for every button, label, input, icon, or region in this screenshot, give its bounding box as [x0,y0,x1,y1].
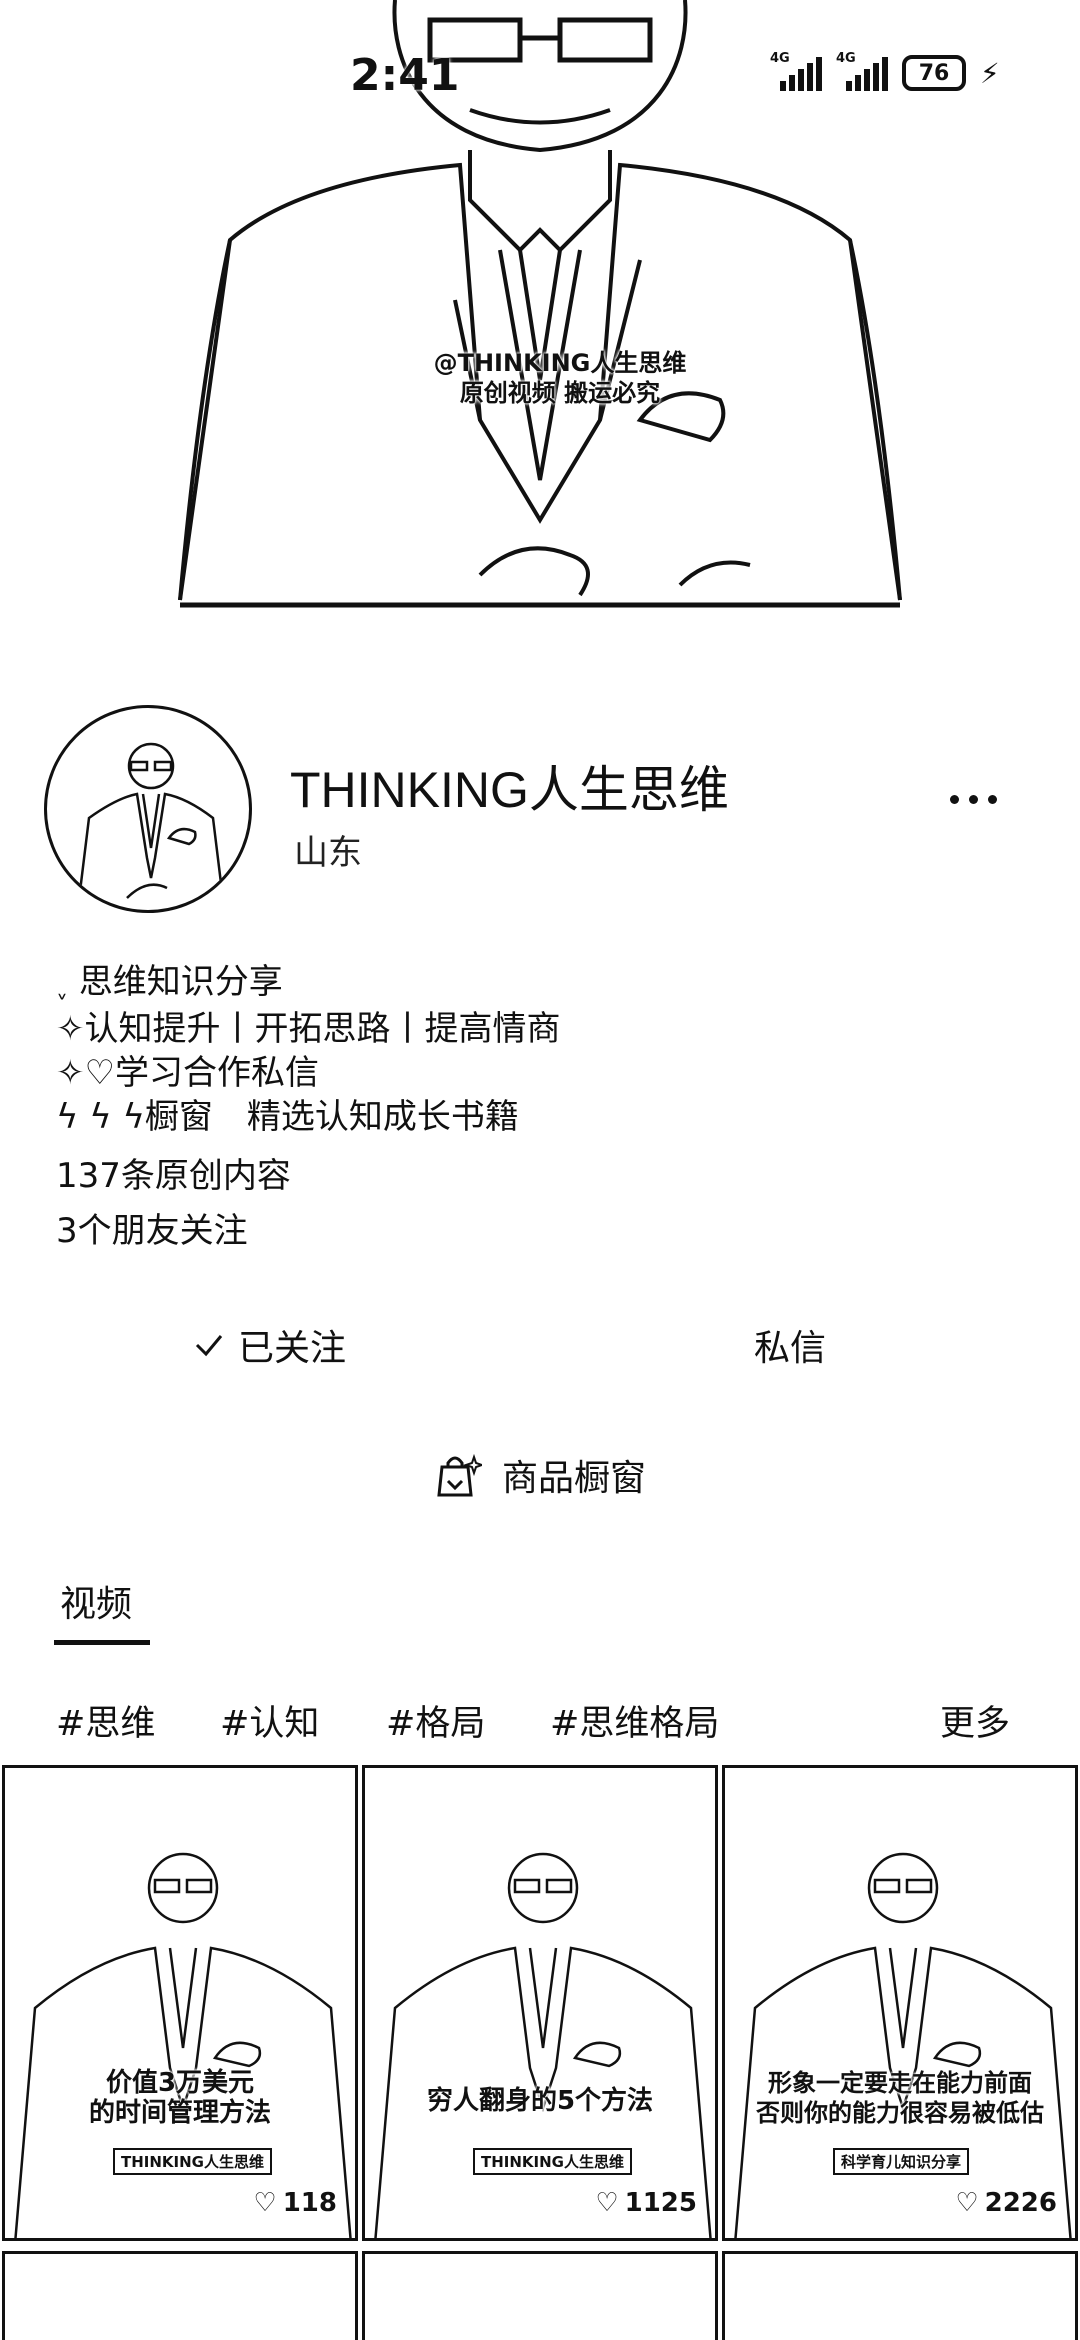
status-time: 2:41 [350,50,460,101]
hashtag-chip[interactable]: #格局 [386,1695,485,1746]
more-options-icon[interactable] [950,795,997,804]
video-thumbnail[interactable]: 价值3万美元 的时间管理方法 THINKING人生思维 ♡ 118 [2,1765,358,2241]
charging-icon: ⚡ [980,56,1000,90]
heart-icon: ♡ [84,1053,115,1093]
signal-icon: 4G [770,51,822,91]
message-button[interactable]: 私信 [540,1310,1040,1380]
video-brand-tag: THINKING人生思维 [113,2148,272,2175]
like-count: ♡ 1125 [591,2188,701,2218]
shopping-bag-icon [437,1453,482,1497]
video-thumbnail[interactable]: 形象一定要走在能力前面 否则你的能力很容易被低估 科学育儿知识分享 ♡ 2226 [722,1765,1078,2241]
profile-cover[interactable]: 2:41 4G 4G 76 ⚡ @THINKING人生思维 原创视频 搬运必究 [0,0,1080,610]
status-icons: 4G 4G 76 ⚡ [770,51,1000,91]
heart-icon: ♡ [595,2188,619,2218]
profile-location: 山东 [294,833,362,873]
hashtag-chip[interactable]: #思维 [56,1695,155,1746]
friends-follow-count[interactable]: 3个朋友关注 [56,1203,248,1252]
finger-down-icon: ϟ ϟ ϟ [56,1097,145,1137]
video-caption: 形象一定要走在能力前面 否则你的能力很容易被低估 [756,2069,1044,2127]
heart-icon: ♡ [955,2188,979,2218]
hashtag-chip[interactable]: #思维格局 [550,1695,719,1746]
video-brand-tag: THINKING人生思维 [473,2148,632,2175]
avatar[interactable] [44,705,252,913]
status-bar: 2:41 4G 4G 76 ⚡ [0,0,1080,150]
video-thumbnail[interactable] [722,2251,1078,2340]
video-thumbnail[interactable] [2,2251,358,2340]
bio-line: ✧认知提升丨开拓思路丨提高情商 [56,1009,561,1049]
bio-line: ✧♡学习合作私信 [56,1053,319,1093]
profile-bio: ˬ 思维知识分享 ✧认知提升丨开拓思路丨提高情商 ✧♡学习合作私信 ϟ ϟ ϟ橱… [56,960,561,1139]
profile-name: THINKING人生思维 [290,762,729,818]
hashtag-row: #思维 #认知 #格局 #思维格局 更多 [56,1695,1036,1745]
battery-icon: 76 [902,55,966,91]
shop-window-button[interactable]: 商品橱窗 [0,1440,1080,1510]
video-caption: 价值3万美元 的时间管理方法 [88,2068,271,2128]
video-brand-tag: 科学育儿知识分享 [833,2148,970,2175]
sparkle-icon: ✧ [56,1009,85,1049]
heart-icon: ♡ [253,2188,277,2218]
tab-videos[interactable]: 视频 [60,1575,132,1627]
bio-line: ϟ ϟ ϟ橱窗 精选认知成长书籍 [56,1097,519,1137]
video-caption: 穷人翻身的5个方法 [426,2086,654,2116]
like-count: ♡ 118 [249,2188,341,2218]
like-count: ♡ 2226 [951,2188,1061,2218]
tab-indicator [54,1640,150,1645]
check-icon [195,1335,223,1357]
video-thumbnail[interactable] [362,2251,718,2340]
video-thumbnail[interactable]: 穷人翻身的5个方法 THINKING人生思维 ♡ 1125 [362,1765,718,2241]
cover-watermark: @THINKING人生思维 原创视频 搬运必究 [433,349,687,407]
followed-button[interactable]: 已关注 [0,1310,540,1380]
more-tags-button[interactable]: 更多 [940,1695,1010,1746]
hashtag-chip[interactable]: #认知 [220,1695,319,1746]
bio-line: ˬ 思维知识分享 [56,962,283,1002]
pin-icon: ˬ [56,971,68,999]
signal-icon: 4G [836,51,888,91]
original-content-count[interactable]: 137条原创内容 [56,1148,291,1197]
sparkle-icon: ✧ [56,1053,85,1093]
